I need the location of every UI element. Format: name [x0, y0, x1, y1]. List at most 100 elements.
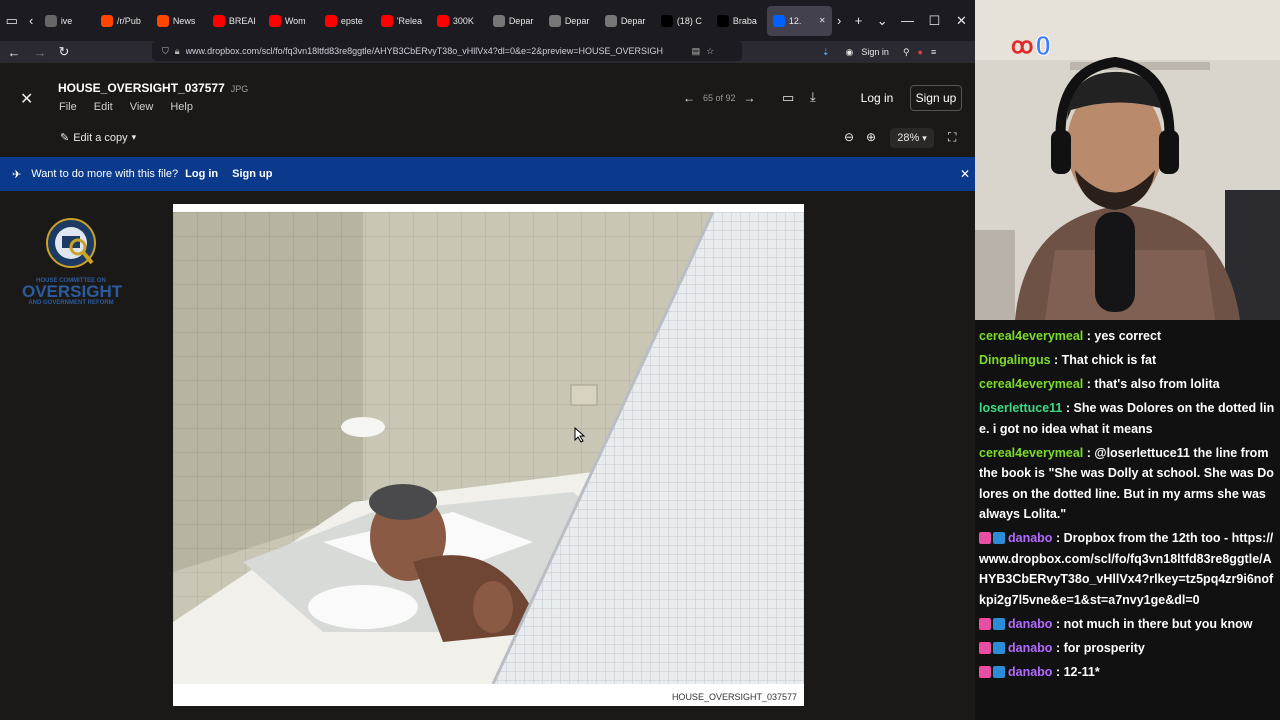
close-window-icon[interactable]: ✕ — [948, 7, 975, 35]
browser-tab[interactable]: epste — [319, 6, 373, 36]
chat-text: : not much in there but you know — [1055, 616, 1253, 631]
chat-message: cereal4everymeal : yes correct — [979, 326, 1276, 347]
browser-tab[interactable]: 12. ✕ — [766, 5, 832, 36]
zoom-value: 28% — [897, 132, 920, 144]
chat-username[interactable]: danabo — [1008, 641, 1052, 655]
chat-username[interactable]: danabo — [1008, 665, 1052, 679]
new-tab-icon[interactable]: + — [847, 7, 871, 35]
chat-username[interactable]: cereal4everymeal — [979, 329, 1083, 343]
browser-tab[interactable]: /r/Pub — [95, 6, 149, 36]
browser-tab[interactable]: Depar — [599, 6, 653, 36]
tab-favicon-icon — [44, 14, 57, 27]
addon-icon[interactable]: ● — [918, 47, 923, 57]
login-button[interactable]: Log in — [852, 85, 902, 111]
counter-value: 0 — [1035, 30, 1052, 62]
comment-icon[interactable]: ▭ — [782, 90, 794, 106]
zoom-in-icon[interactable]: ⊕ — [866, 130, 876, 144]
chat-username[interactable]: danabo — [1008, 531, 1052, 545]
pager-text: 65 of 92 — [703, 93, 736, 103]
sign-in-button[interactable]: Sign in — [861, 47, 889, 57]
menu-file[interactable]: File — [59, 101, 77, 113]
download-icon[interactable]: ⤓ — [810, 89, 816, 105]
app-menu-icon[interactable]: ≡ — [931, 47, 936, 57]
user-badges — [979, 665, 1005, 678]
chat-message: danabo : 12-11* — [979, 662, 1276, 683]
downloads-icon[interactable]: ⇣ — [822, 47, 830, 58]
forward-icon[interactable]: → — [28, 41, 52, 63]
url-bar[interactable]: ⛉ 🔒︎ www.dropbox.com/scl/fo/fq3vn18ltfd8… — [152, 41, 742, 61]
tab-overview-icon[interactable]: ▭ — [0, 7, 24, 35]
supporter-badge-icon — [993, 665, 1005, 678]
stream-chat: cereal4everymeal : yes correct Dingalingu… — [975, 320, 1280, 720]
chat-username[interactable]: loserlettuce11 — [979, 401, 1062, 415]
tab-favicon-icon — [268, 14, 281, 27]
maximize-icon[interactable]: ☐ — [921, 7, 948, 35]
bookmark-star-icon[interactable]: ☆ — [706, 46, 714, 57]
lock-icon[interactable]: 🔒︎ — [175, 46, 180, 57]
chat-message: danabo : for prosperity — [979, 638, 1276, 659]
dropbox-viewer: ✕ HOUSE_OVERSIGHT_037577 JPG File Edit V… — [0, 63, 975, 720]
close-banner-icon[interactable]: ✕ — [960, 167, 970, 181]
oversight-logo: HOUSE COMMITTEE ON OVERSIGHT AND GOVERNM… — [22, 217, 122, 306]
chat-message: danabo : not much in there but you know — [979, 614, 1276, 635]
supporter-badge-icon — [993, 532, 1005, 544]
browser-tab[interactable]: Depar — [487, 6, 541, 36]
tab-label: Wom — [284, 15, 306, 26]
image-preview[interactable]: HOUSE_OVERSIGHT_037577 — [173, 204, 804, 706]
tab-favicon-icon — [660, 14, 673, 27]
chat-message: cereal4everymeal : that's also from loli… — [979, 374, 1276, 395]
banner-login-link[interactable]: Log in — [185, 168, 218, 180]
zoom-select[interactable]: 28% ▾ — [890, 128, 934, 148]
menu-view[interactable]: View — [130, 101, 154, 113]
close-viewer-icon[interactable]: ✕ — [20, 89, 33, 109]
seal-icon — [46, 218, 96, 268]
tab-label: Depar — [564, 15, 590, 26]
signup-button[interactable]: Sign up — [910, 85, 962, 111]
back-icon[interactable]: ← — [0, 41, 28, 63]
webcam-feed: ꝏ 0 — [975, 0, 1280, 320]
account-icon[interactable]: ◉ — [846, 47, 854, 58]
shield-icon[interactable]: ⛉ — [162, 46, 169, 57]
heart-icon: ꝏ — [1011, 33, 1034, 58]
tab-label: 'Relea — [396, 15, 423, 26]
browser-tab[interactable]: BREAK — [207, 6, 261, 36]
reader-view-icon[interactable]: ▤ — [692, 46, 701, 57]
browser-tab[interactable]: 300K — [431, 6, 485, 36]
scroll-tabs-left-icon[interactable]: ‹ — [24, 7, 39, 35]
chat-message: cereal4everymeal : @loserlettuce11 the l… — [979, 443, 1276, 525]
minimize-icon[interactable]: — — [894, 7, 921, 35]
fullscreen-icon[interactable]: ⛶ — [948, 130, 956, 145]
zoom-out-icon[interactable]: ⊖ — [844, 130, 854, 144]
chevron-down-icon: ▾ — [131, 132, 137, 142]
chat-username[interactable]: Dingalingus — [979, 353, 1051, 367]
supporter-badge-icon — [993, 641, 1005, 654]
chat-username[interactable]: cereal4everymeal — [979, 446, 1083, 460]
next-file-icon[interactable]: → — [744, 91, 756, 105]
menu-edit[interactable]: Edit — [94, 101, 113, 113]
pencil-icon: ✎ — [60, 132, 70, 144]
previous-file-icon[interactable]: ← — [683, 91, 695, 105]
tab-label: News — [172, 15, 196, 26]
browser-tab[interactable]: News — [151, 6, 205, 36]
browser-tab[interactable]: Braba — [711, 6, 765, 36]
tab-label: ive — [60, 15, 73, 26]
edit-copy-button[interactable]: ✎ Edit a copy ▾ — [60, 131, 137, 145]
reload-icon[interactable]: ↻ — [52, 41, 76, 63]
chat-text: : yes correct — [1086, 329, 1162, 343]
chat-username[interactable]: cereal4everymeal — [979, 377, 1083, 391]
chat-message: danabo : Dropbox from the 12th too - htt… — [979, 528, 1276, 610]
list-all-tabs-icon[interactable]: ⌄ — [870, 7, 894, 35]
browser-tab[interactable]: 'Relea — [375, 6, 429, 36]
close-tab-icon[interactable]: ✕ — [819, 16, 826, 25]
scroll-tabs-right-icon[interactable]: › — [832, 7, 847, 35]
browser-tab[interactable]: Wom — [263, 6, 317, 36]
browser-tab[interactable]: ive — [39, 6, 93, 36]
browser-tab[interactable]: Depar — [543, 6, 597, 36]
banner-signup-link[interactable]: Sign up — [232, 168, 272, 180]
extensions-icon[interactable]: ⚲ — [903, 47, 910, 58]
tab-favicon-icon — [324, 14, 337, 27]
menu-help[interactable]: Help — [170, 101, 193, 113]
browser-tab[interactable]: (18) C — [655, 6, 709, 36]
chat-username[interactable]: danabo — [1008, 617, 1052, 631]
tab-label: 300K — [452, 15, 474, 26]
